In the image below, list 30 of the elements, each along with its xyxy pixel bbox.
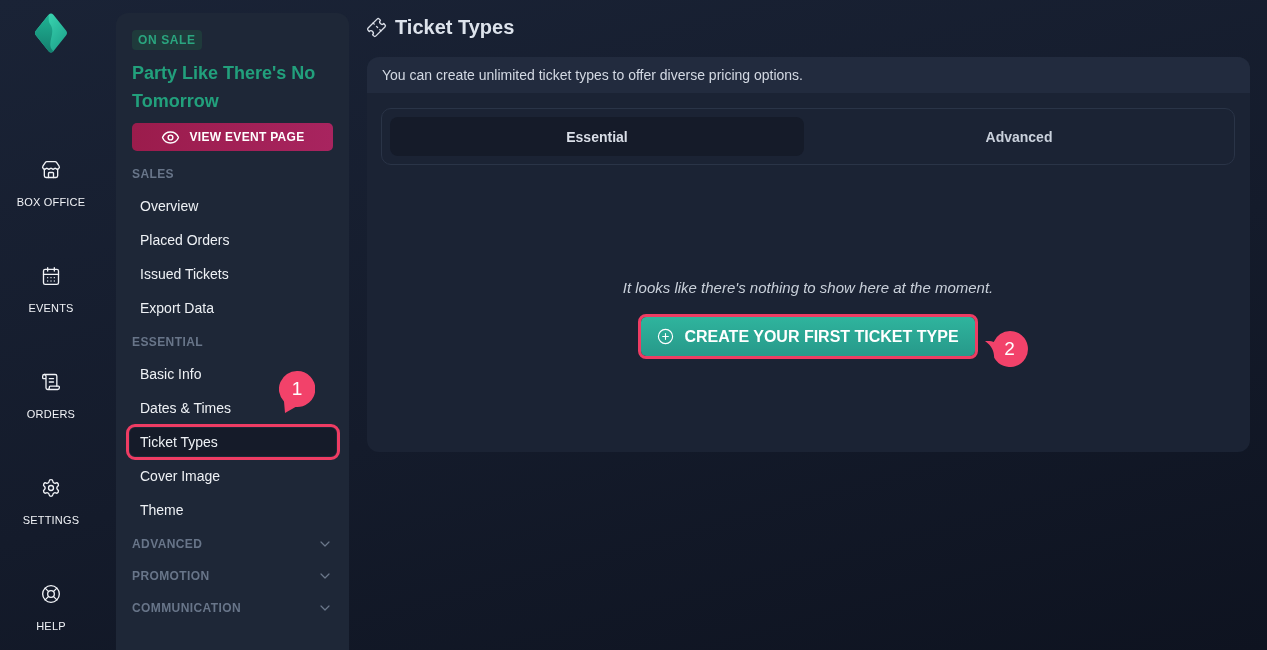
segment-tab[interactable]: Essential bbox=[390, 117, 804, 156]
sidebar-item[interactable]: Export Data bbox=[130, 294, 336, 322]
event-title: Party Like There's No Tomorrow bbox=[132, 62, 317, 113]
status-badge: ON SALE bbox=[132, 30, 202, 50]
rail-nav-item[interactable]: BOX OFFICE bbox=[16, 160, 86, 209]
rail-nav-item[interactable]: ORDERS bbox=[26, 372, 76, 421]
segment-tab[interactable]: Advanced bbox=[812, 117, 1226, 156]
page-title: Ticket Types bbox=[395, 15, 515, 40]
scroll-icon bbox=[41, 372, 61, 392]
callout-badge: 2 bbox=[984, 331, 1028, 367]
info-banner: You can create unlimited ticket types to offer diverse pricing options. bbox=[367, 57, 1250, 93]
settings-icon bbox=[41, 478, 61, 498]
store-icon bbox=[41, 160, 61, 180]
empty-state-message: It looks like there's nothing to show here at the moment. bbox=[622, 278, 994, 298]
section-heading: ESSENTIAL bbox=[132, 334, 204, 350]
sidebar-item[interactable]: Placed Orders bbox=[130, 226, 336, 254]
rail-nav-item[interactable]: EVENTS bbox=[28, 266, 74, 315]
sidebar-item[interactable]: Issued Tickets bbox=[130, 260, 336, 288]
logo-icon bbox=[34, 13, 68, 53]
lifebuoy-icon bbox=[41, 584, 61, 604]
sidebar-item[interactable]: Overview bbox=[130, 192, 336, 220]
plus-circle-icon bbox=[657, 328, 675, 345]
view-event-button[interactable]: VIEW EVENT PAGE bbox=[132, 123, 333, 151]
rail-nav-item[interactable]: HELP bbox=[36, 584, 66, 633]
section-heading: SALES bbox=[132, 166, 175, 182]
calendar-icon bbox=[41, 266, 61, 286]
callout-badge: 1 bbox=[279, 371, 315, 413]
rail-nav-item[interactable]: SETTINGS bbox=[22, 478, 80, 527]
sidebar-item[interactable]: Cover Image bbox=[130, 462, 336, 490]
sidebar-item[interactable]: Theme bbox=[130, 496, 336, 524]
